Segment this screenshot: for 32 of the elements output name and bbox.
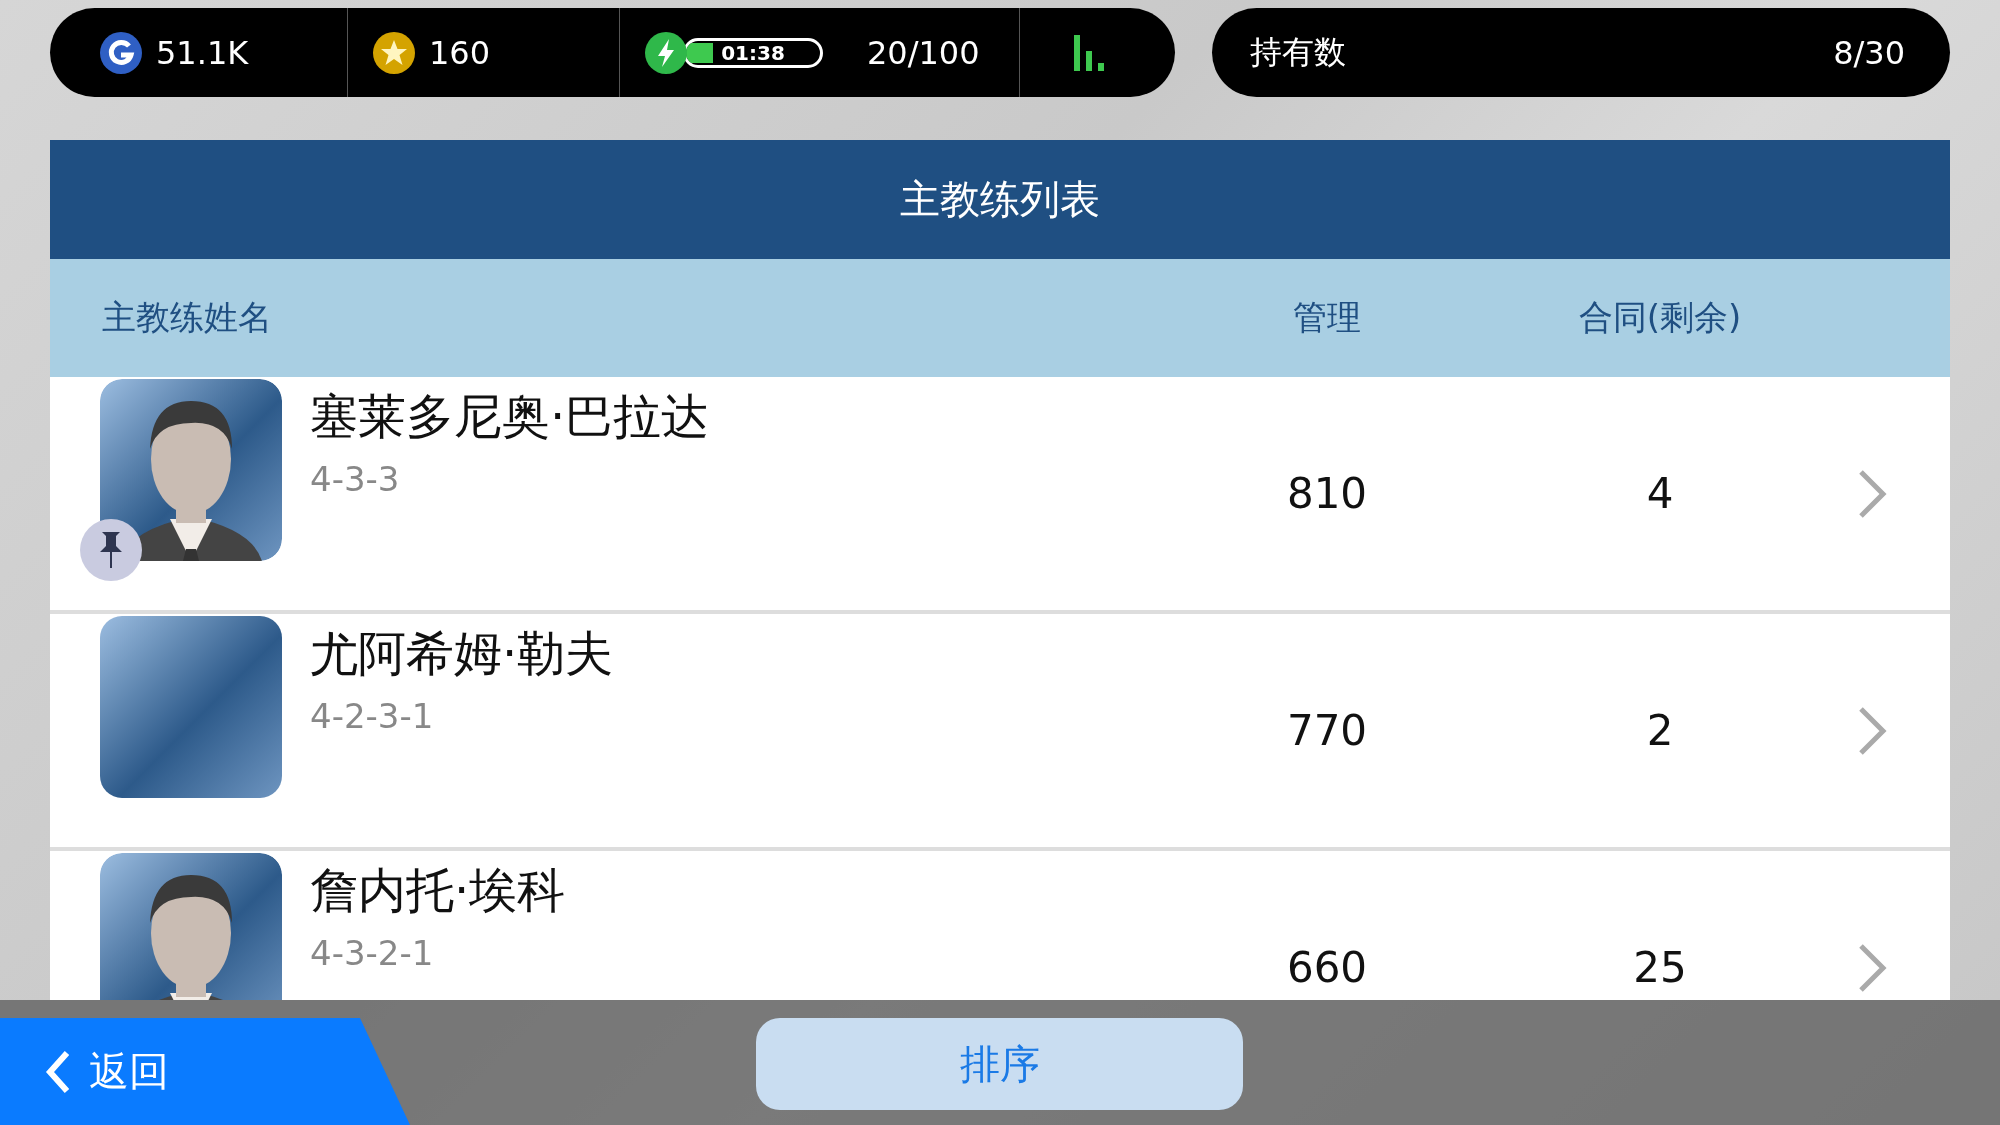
column-header: 合同(剩余) <box>1577 296 1743 339</box>
energy-count: 20/100 <box>867 33 980 72</box>
gp-amount: 51.1K <box>156 33 249 72</box>
coach-name: 塞莱多尼奥·巴拉达 <box>310 387 710 446</box>
energy-bar: 01:38 <box>683 37 823 68</box>
coach-row[interactable]: 尤阿希姆·勒夫 4-2-3-1 770 2 <box>50 614 1950 851</box>
management-value: 660 <box>1285 943 1369 992</box>
management-value: 810 <box>1285 469 1369 518</box>
chevron-right-icon[interactable] <box>1857 704 1887 757</box>
panel-title: 主教练列表 <box>50 140 1950 259</box>
management-value: 770 <box>1285 706 1369 755</box>
back-button[interactable]: 返回 <box>0 1018 410 1125</box>
holdings-count: 8/30 <box>1833 33 1905 72</box>
formation: 4-3-3 <box>310 459 401 499</box>
column-header: 主教练姓名 <box>102 296 273 339</box>
contract-value: 4 <box>1645 469 1675 518</box>
chevron-left-icon <box>45 1048 71 1095</box>
coach-name: 詹内托·埃科 <box>310 861 566 920</box>
contract-value: 25 <box>1632 943 1688 992</box>
formation: 4-3-2-1 <box>310 933 435 973</box>
chevron-right-icon[interactable] <box>1857 467 1887 520</box>
coin-amount: 160 <box>429 33 491 72</box>
column-header: 管理 <box>1292 296 1362 339</box>
coach-name: 尤阿希姆·勒夫 <box>310 624 614 683</box>
holdings-label: 持有数 <box>1250 31 1346 73</box>
lightning-icon <box>645 31 687 74</box>
contract-value: 2 <box>1645 706 1675 755</box>
star-coin-icon <box>373 31 415 74</box>
coach-row[interactable]: 塞莱多尼奥·巴拉达 4-3-3 810 4 <box>50 377 1950 614</box>
formation: 4-2-3-1 <box>310 696 435 736</box>
chevron-right-icon[interactable] <box>1857 941 1887 994</box>
g-coin-icon <box>100 31 142 74</box>
